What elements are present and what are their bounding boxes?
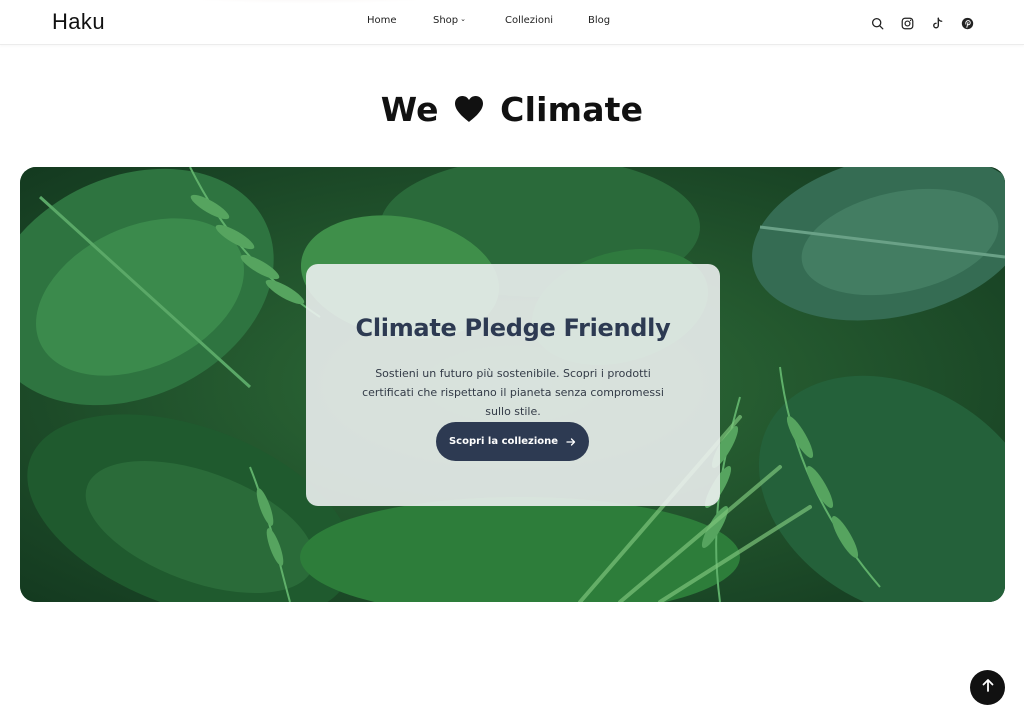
page-title-before: We (380, 90, 439, 129)
back-to-top-button[interactable] (970, 670, 1005, 705)
tiktok-icon[interactable] (928, 14, 946, 32)
arrow-up-icon (982, 679, 993, 692)
search-icon[interactable] (868, 14, 886, 32)
hero-banner: Climate Pledge Friendly Sostieni un futu… (20, 167, 1005, 602)
discover-collection-button[interactable]: Scopri la collezione (436, 422, 589, 461)
page-title-after: Climate (500, 90, 644, 129)
promo-card: Climate Pledge Friendly Sostieni un futu… (306, 264, 720, 506)
nav-item-collezioni[interactable]: Collezioni (505, 15, 553, 26)
chevron-down-icon: ⌄ (460, 15, 467, 23)
instagram-icon[interactable] (898, 14, 916, 32)
pinterest-icon[interactable] (958, 14, 976, 32)
discover-collection-label: Scopri la collezione (448, 436, 559, 447)
nav-item-shop[interactable]: Shop ⌄ (433, 15, 466, 26)
page-title: We Climate (0, 90, 1024, 131)
nav-item-home[interactable]: Home (367, 15, 397, 26)
promo-card-text: Sostieni un futuro più sostenibile. Scop… (362, 367, 664, 418)
header-decoration (120, 0, 500, 4)
arrow-right-icon (566, 437, 576, 446)
site-header: Haku Home Shop ⌄ Collezioni Blog (0, 0, 1024, 45)
promo-card-title: Climate Pledge Friendly (355, 314, 671, 342)
nav-item-blog[interactable]: Blog (588, 15, 610, 26)
header-icons (868, 14, 976, 32)
nav-item-shop-label: Shop (433, 15, 459, 26)
heart-icon (454, 92, 484, 131)
